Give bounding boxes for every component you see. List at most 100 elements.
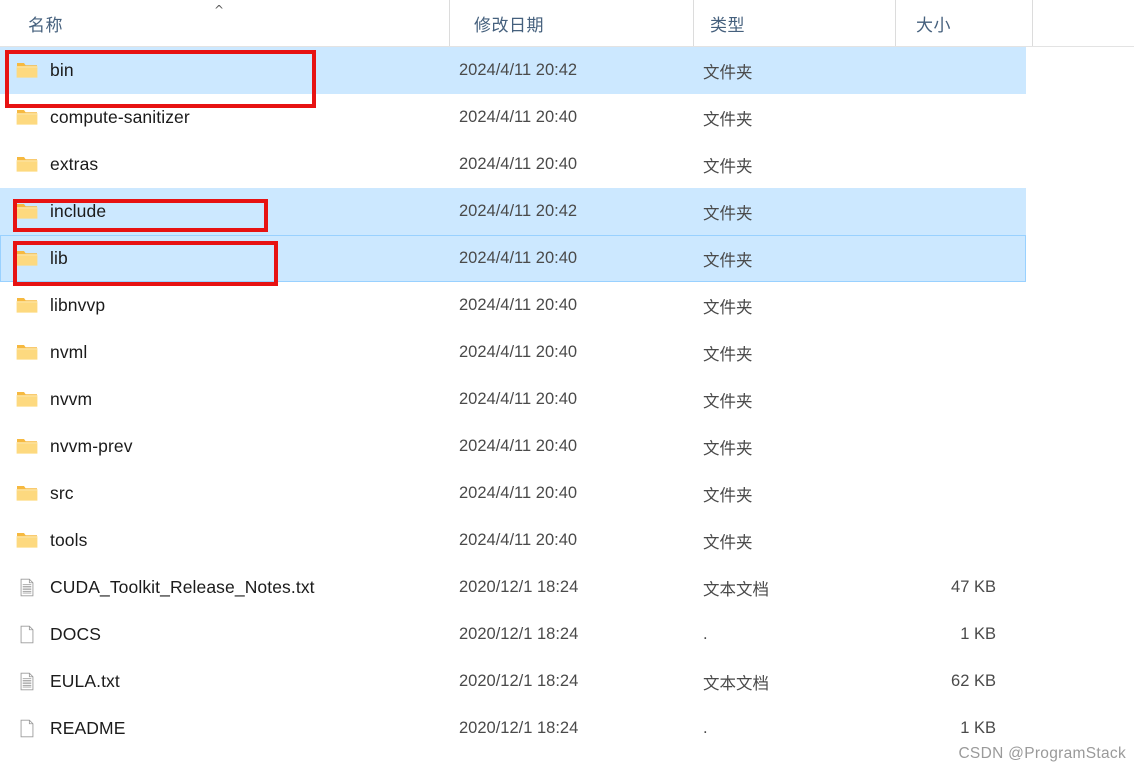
file-row[interactable]: lib 2024/4/11 20:40 文件夹	[0, 235, 1134, 282]
cell-name[interactable]: compute-sanitizer	[0, 94, 449, 141]
file-name-label: lib	[50, 248, 68, 268]
file-date-label: 2024/4/11 20:40	[459, 155, 578, 173]
file-type-label: 文件夹	[703, 110, 753, 129]
file-name-label: tools	[50, 530, 88, 550]
file-row[interactable]: nvvm 2024/4/11 20:40 文件夹	[0, 376, 1134, 423]
file-name-label: compute-sanitizer	[50, 107, 190, 127]
file-row[interactable]: DOCS 2020/12/1 18:24. 1 KB	[0, 611, 1134, 658]
file-size-label: 62 KB	[951, 672, 996, 690]
cell-name[interactable]: extras	[0, 141, 449, 188]
blank-file-icon	[16, 719, 38, 738]
file-name-label: CUDA_Toolkit_Release_Notes.txt	[50, 577, 315, 597]
file-date-label: 2024/4/11 20:40	[459, 296, 578, 314]
file-size-label: 1 KB	[960, 719, 996, 737]
cell-size	[895, 329, 1032, 376]
folder-icon	[16, 108, 38, 127]
file-row[interactable]: bin 2024/4/11 20:42 文件夹	[0, 47, 1134, 94]
cell-date: 2020/12/1 18:24	[449, 658, 693, 705]
column-header-size[interactable]: 大小	[895, 0, 1032, 46]
cell-name[interactable]: lib	[0, 235, 449, 282]
cell-date: 2024/4/11 20:42	[449, 188, 693, 235]
cell-size	[895, 423, 1032, 470]
cell-name[interactable]: CUDA_Toolkit_Release_Notes.txt	[0, 564, 449, 611]
file-row[interactable]: CUDA_Toolkit_Release_Notes.txt 2020/12/1 …	[0, 564, 1134, 611]
file-date-label: 2024/4/11 20:40	[459, 531, 578, 549]
file-type-label: 文件夹	[703, 204, 753, 223]
column-header-size-label: 大小	[916, 15, 951, 35]
file-row[interactable]: compute-sanitizer 2024/4/11 20:40 文件夹	[0, 94, 1134, 141]
cell-name[interactable]: src	[0, 470, 449, 517]
file-date-label: 2024/4/11 20:40	[459, 108, 578, 126]
file-type-label: .	[703, 625, 708, 643]
file-date-label: 2020/12/1 18:24	[459, 578, 579, 596]
folder-icon	[16, 531, 38, 550]
file-row[interactable]: EULA.txt 2020/12/1 18:24 文本文档 62 KB	[0, 658, 1134, 705]
folder-icon	[16, 390, 38, 409]
cell-name[interactable]: include	[0, 188, 449, 235]
cell-type: .	[693, 611, 895, 658]
cell-type: 文件夹	[693, 282, 895, 329]
file-row[interactable]: extras 2024/4/11 20:40 文件夹	[0, 141, 1134, 188]
cell-size	[895, 282, 1032, 329]
cell-type: 文件夹	[693, 517, 895, 564]
file-date-label: 2024/4/11 20:42	[459, 202, 578, 220]
file-date-label: 2024/4/11 20:40	[459, 343, 578, 361]
cell-name[interactable]: nvvm-prev	[0, 423, 449, 470]
file-date-label: 2024/4/11 20:42	[459, 61, 578, 79]
cell-date: 2020/12/1 18:24	[449, 611, 693, 658]
cell-type: 文件夹	[693, 376, 895, 423]
cell-name[interactable]: README	[0, 705, 449, 752]
file-name-label: include	[50, 201, 107, 221]
column-header-end-divider	[1032, 0, 1033, 46]
cell-name[interactable]: DOCS	[0, 611, 449, 658]
cell-name[interactable]: tools	[0, 517, 449, 564]
folder-icon	[16, 249, 38, 268]
cell-name[interactable]: libnvvp	[0, 282, 449, 329]
folder-icon	[16, 484, 38, 503]
cell-type: 文本文档	[693, 564, 895, 611]
file-name-label: extras	[50, 154, 99, 174]
file-name-label: nvvm	[50, 389, 93, 409]
file-row[interactable]: src 2024/4/11 20:40 文件夹	[0, 470, 1134, 517]
file-type-label: 文件夹	[703, 298, 753, 317]
file-row[interactable]: include 2024/4/11 20:42 文件夹	[0, 188, 1134, 235]
column-header-type[interactable]: 类型	[693, 0, 895, 46]
file-row[interactable]: nvvm-prev 2024/4/11 20:40 文件夹	[0, 423, 1134, 470]
file-date-label: 2024/4/11 20:40	[459, 484, 578, 502]
file-type-label: 文本文档	[703, 580, 769, 599]
cell-name[interactable]: nvvm	[0, 376, 449, 423]
cell-date: 2024/4/11 20:40	[449, 376, 693, 423]
file-row[interactable]: nvml 2024/4/11 20:40 文件夹	[0, 329, 1134, 376]
folder-icon	[16, 343, 38, 362]
column-header-date-label: 修改日期	[474, 15, 544, 35]
file-name-label: src	[50, 483, 74, 503]
cell-name[interactable]: bin	[0, 47, 449, 94]
file-type-label: 文件夹	[703, 439, 753, 458]
file-row[interactable]: libnvvp 2024/4/11 20:40 文件夹	[0, 282, 1134, 329]
cell-size	[895, 470, 1032, 517]
cell-size	[895, 188, 1032, 235]
cell-type: .	[693, 705, 895, 752]
column-header-date[interactable]: 修改日期	[449, 0, 693, 46]
column-header-name-label: 名称	[28, 15, 63, 35]
file-name-label: EULA.txt	[50, 671, 120, 691]
file-type-label: 文件夹	[703, 533, 753, 552]
file-type-label: .	[703, 719, 708, 737]
cell-size: 62 KB	[895, 658, 1032, 705]
file-name-label: nvvm-prev	[50, 436, 133, 456]
file-date-label: 2024/4/11 20:40	[459, 390, 578, 408]
cell-type: 文件夹	[693, 423, 895, 470]
file-list: bin 2024/4/11 20:42 文件夹 compute-sanitizer 20…	[0, 47, 1134, 752]
cell-date: 2024/4/11 20:42	[449, 47, 693, 94]
cell-type: 文件夹	[693, 188, 895, 235]
file-date-label: 2020/12/1 18:24	[459, 719, 579, 737]
cell-date: 2024/4/11 20:40	[449, 282, 693, 329]
cell-name[interactable]: nvml	[0, 329, 449, 376]
text-file-icon	[16, 672, 38, 691]
folder-icon	[16, 155, 38, 174]
file-type-label: 文件夹	[703, 345, 753, 364]
cell-name[interactable]: EULA.txt	[0, 658, 449, 705]
file-row[interactable]: tools 2024/4/11 20:40 文件夹	[0, 517, 1134, 564]
sort-ascending-icon: ^	[213, 3, 225, 17]
cell-type: 文件夹	[693, 94, 895, 141]
